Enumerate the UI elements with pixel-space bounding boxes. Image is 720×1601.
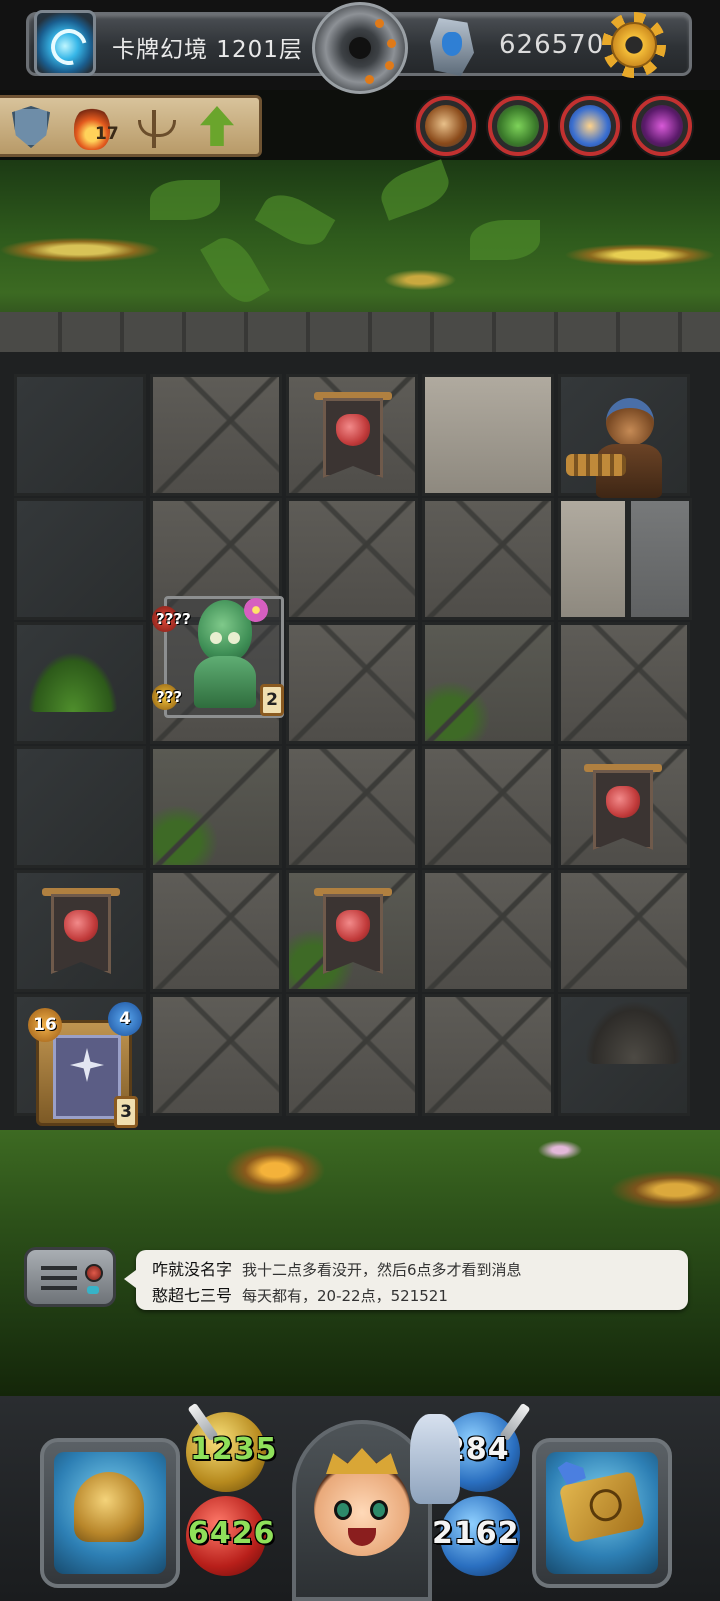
chat-panel[interactable]: 咋就没名字 我十二点多看没开，然后6点多才看到消息 憨超七三号 每天都有，20-22… bbox=[124, 1250, 688, 1310]
rubble-decoration bbox=[586, 1002, 682, 1064]
chat-message: 憨超七三号 每天都有，20-22点，521521 bbox=[152, 1282, 448, 1306]
status-strip: 17 bbox=[0, 95, 262, 157]
card-right-badge: 4 bbox=[108, 1002, 142, 1036]
tile[interactable] bbox=[286, 994, 418, 1116]
tile[interactable] bbox=[150, 870, 282, 992]
portal-icon[interactable] bbox=[34, 10, 96, 76]
upgrade-arrow-icon[interactable] bbox=[200, 106, 234, 146]
gatling-gun-icon bbox=[566, 454, 626, 476]
level-title: 卡牌幻境 1201层 bbox=[112, 37, 303, 63]
enemy-banner[interactable] bbox=[42, 888, 120, 978]
tile[interactable] bbox=[558, 498, 628, 620]
chat-sender: 憨超七三号 bbox=[152, 1286, 233, 1305]
tile bbox=[14, 746, 146, 868]
tile[interactable] bbox=[558, 870, 690, 992]
party-member-4[interactable] bbox=[632, 96, 692, 156]
tile[interactable] bbox=[422, 374, 554, 496]
tile bbox=[628, 498, 692, 620]
chat-message: 咋就没名字 我十二点多看没开，然后6点多才看到消息 bbox=[152, 1256, 522, 1280]
chat-button[interactable] bbox=[24, 1247, 116, 1307]
boar-icon bbox=[64, 910, 98, 942]
bush-decoration bbox=[28, 652, 118, 712]
party-member-2[interactable] bbox=[488, 96, 548, 156]
enemy-banner[interactable] bbox=[584, 764, 662, 854]
pet-dragon bbox=[410, 1414, 460, 1504]
chat-sender: 咋就没名字 bbox=[152, 1260, 233, 1279]
tile[interactable] bbox=[558, 622, 690, 744]
enemy-banner[interactable] bbox=[314, 392, 392, 482]
party-member-1[interactable] bbox=[416, 96, 476, 156]
flame-count: 17 bbox=[95, 124, 119, 144]
chat-text: 每天都有，20-22点，521521 bbox=[242, 1287, 448, 1305]
card-deck[interactable]: 16 4 3 bbox=[22, 1002, 152, 1132]
helmet-icon bbox=[74, 1472, 144, 1542]
goblin-level: 2 bbox=[260, 684, 284, 716]
tile bbox=[14, 498, 146, 620]
shield-icon[interactable] bbox=[12, 106, 50, 148]
chat-text: 我十二点多看没开，然后6点多才看到消息 bbox=[242, 1261, 522, 1279]
tile[interactable] bbox=[422, 994, 554, 1116]
tile[interactable] bbox=[422, 746, 554, 868]
goblin-monster[interactable]: ???? ??? 2 bbox=[152, 592, 288, 722]
equipment-button[interactable] bbox=[40, 1438, 180, 1588]
tile[interactable] bbox=[422, 622, 554, 744]
tile[interactable] bbox=[422, 870, 554, 992]
dungeon-board: ???? ??? 2 16 4 3 bbox=[0, 352, 720, 1132]
attack-value: 1235 bbox=[190, 1432, 278, 1467]
spellbook-button[interactable] bbox=[532, 1438, 672, 1588]
tile[interactable] bbox=[422, 498, 554, 620]
dial-icon[interactable] bbox=[312, 2, 408, 94]
dungeon-top-wall bbox=[0, 312, 720, 356]
mana-value: 2162 bbox=[432, 1516, 520, 1551]
boar-icon bbox=[606, 786, 640, 818]
party-member-3[interactable] bbox=[560, 96, 620, 156]
tile[interactable] bbox=[150, 746, 282, 868]
top-bar: 卡牌幻境 1201层 626570 bbox=[0, 0, 720, 94]
boar-icon bbox=[336, 414, 370, 446]
goblin-hp: ??? bbox=[156, 688, 183, 706]
gunner-character[interactable] bbox=[566, 392, 684, 500]
tile bbox=[14, 374, 146, 496]
tile[interactable] bbox=[286, 498, 418, 620]
card-count: 3 bbox=[114, 1096, 138, 1128]
hp-value: 6426 bbox=[188, 1516, 276, 1551]
enemy-banner[interactable] bbox=[314, 888, 392, 978]
gold-counter: 626570 bbox=[499, 30, 605, 60]
flower-icon bbox=[244, 598, 268, 622]
tile[interactable] bbox=[286, 746, 418, 868]
boar-icon bbox=[336, 910, 370, 942]
candle-stand-icon[interactable] bbox=[134, 106, 176, 150]
tile[interactable] bbox=[150, 374, 282, 496]
tile[interactable] bbox=[150, 994, 282, 1116]
settings-button[interactable] bbox=[602, 12, 666, 78]
card-left-badge: 16 bbox=[28, 1008, 62, 1042]
goblin-attack: ???? bbox=[156, 610, 191, 628]
tile[interactable] bbox=[286, 622, 418, 744]
chat-lines-icon bbox=[41, 1266, 77, 1290]
